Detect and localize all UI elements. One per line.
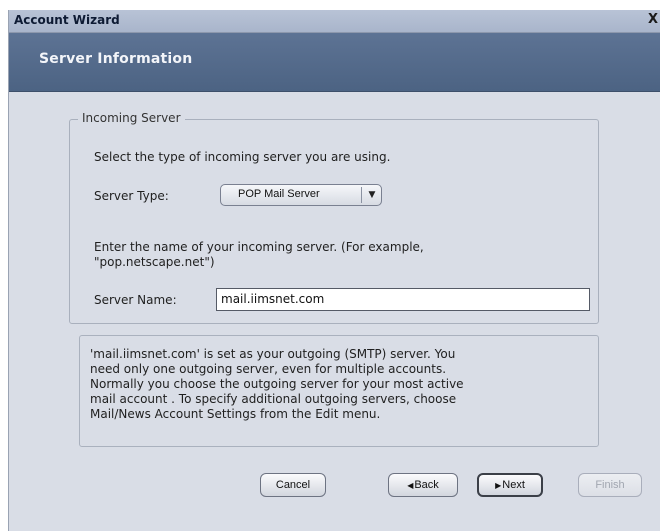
- info-line: mail account . To specify additional out…: [90, 392, 457, 406]
- server-type-value: POP Mail Server: [238, 188, 320, 200]
- info-line: Normally you choose the outgoing server …: [90, 377, 464, 391]
- page-title: Server Information: [39, 51, 193, 67]
- next-arrow-icon: ▶: [495, 481, 502, 490]
- server-type-label: Server Type:: [94, 189, 169, 203]
- cancel-button[interactable]: Cancel: [260, 473, 326, 497]
- window-title: Account Wizard: [14, 13, 120, 27]
- server-name-value: mail.iimsnet.com: [221, 292, 325, 306]
- finish-button[interactable]: Finish: [578, 473, 642, 497]
- next-button-label: Next: [502, 479, 525, 491]
- info-line: need only one outgoing server, even for …: [90, 362, 447, 376]
- outgoing-server-info: 'mail.iimsnet.com' is set as your outgoi…: [79, 335, 599, 447]
- server-type-prompt: Select the type of incoming server you a…: [94, 150, 391, 164]
- next-button[interactable]: ▶Next: [477, 473, 543, 497]
- back-button[interactable]: ◀Back: [388, 473, 458, 497]
- cancel-button-label: Cancel: [275, 479, 311, 491]
- server-name-label: Server Name:: [94, 293, 177, 307]
- server-name-prompt-line2: "pop.netscape.net"): [94, 255, 215, 269]
- server-name-prompt-line1: Enter the name of your incoming server. …: [94, 240, 424, 254]
- close-icon[interactable]: X: [646, 12, 660, 28]
- back-arrow-icon: ◀: [407, 481, 414, 490]
- title-bar[interactable]: Account Wizard X: [9, 10, 660, 33]
- chevron-down-icon: ▼: [368, 190, 376, 200]
- finish-button-label: Finish: [595, 479, 625, 491]
- dropdown-separator: [361, 187, 362, 203]
- page-banner: Server Information: [9, 33, 660, 92]
- server-type-dropdown[interactable]: POP Mail Server ▼: [220, 184, 382, 206]
- group-legend: Incoming Server: [78, 111, 185, 125]
- info-line: Mail/News Account Settings from the Edit…: [90, 407, 381, 421]
- info-line: 'mail.iimsnet.com' is set as your outgoi…: [90, 347, 456, 361]
- server-name-input[interactable]: mail.iimsnet.com: [216, 288, 590, 311]
- back-button-label: Back: [414, 479, 439, 491]
